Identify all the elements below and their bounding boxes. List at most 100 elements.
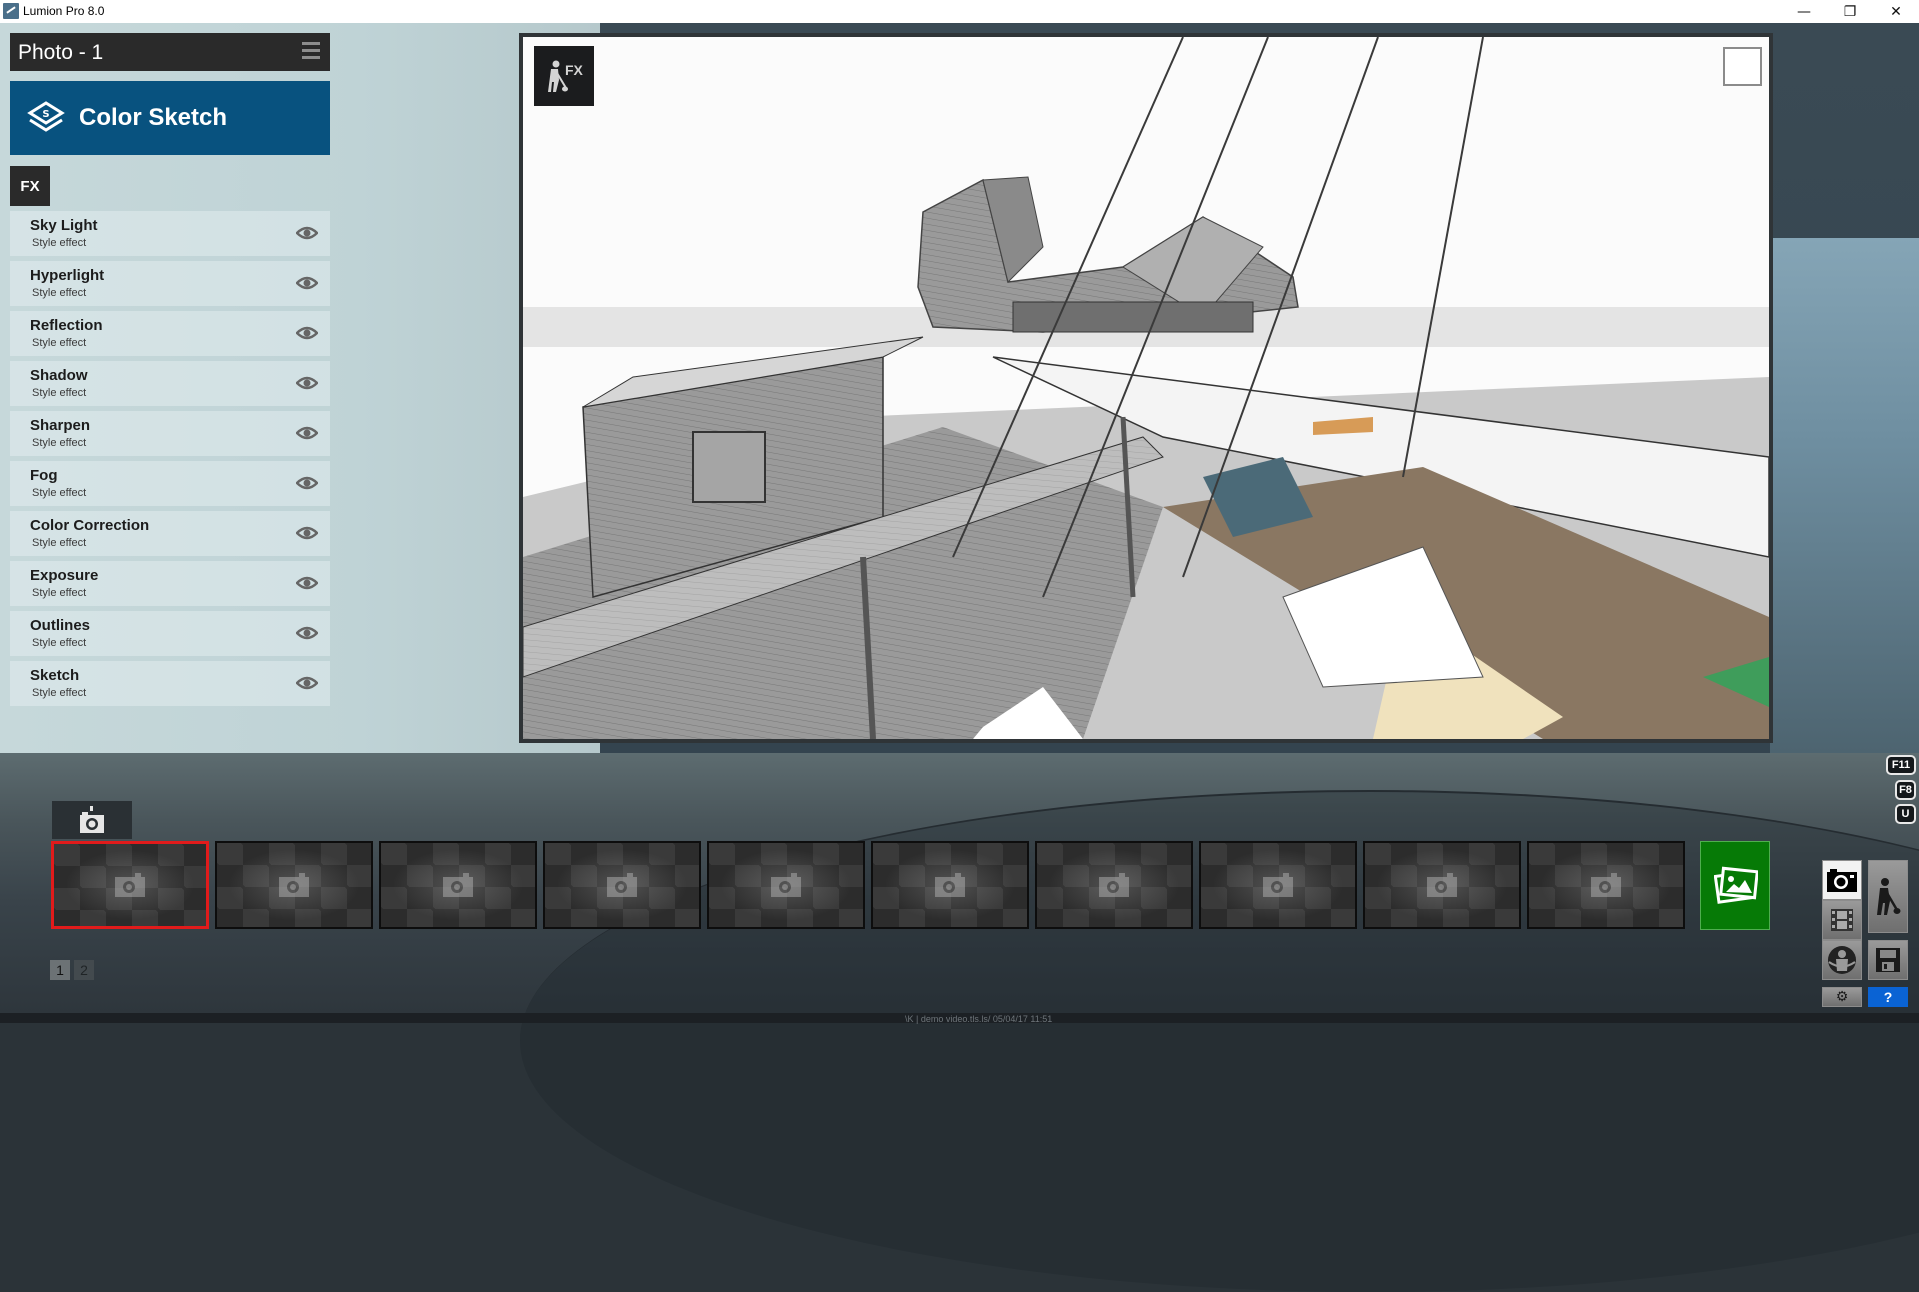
build-mode-button[interactable] bbox=[1868, 860, 1908, 933]
camera-flash-icon bbox=[80, 806, 104, 833]
eye-icon[interactable] bbox=[296, 474, 318, 492]
style-name: Color Sketch bbox=[79, 104, 228, 131]
take-photo-tab[interactable] bbox=[52, 801, 132, 839]
effect-type: Style effect bbox=[32, 437, 87, 449]
photo-slot-10[interactable] bbox=[1527, 841, 1685, 929]
settings-button[interactable]: ⚙ bbox=[1822, 987, 1862, 1007]
effect-item-sharpen[interactable]: Sharpen Style effect bbox=[10, 411, 330, 456]
effects-list: Sky Light Style effect Hyperlight Style … bbox=[10, 211, 330, 711]
effect-name: Exposure bbox=[30, 567, 99, 584]
eye-icon[interactable] bbox=[296, 624, 318, 642]
eye-icon[interactable] bbox=[296, 574, 318, 592]
effect-name: Sketch bbox=[30, 667, 80, 684]
fullscreen-toggle[interactable] bbox=[1723, 47, 1762, 86]
construction-worker-icon bbox=[1877, 877, 1901, 915]
photo-slot-6[interactable] bbox=[871, 841, 1029, 929]
hotkey-f11-button[interactable]: F11 bbox=[1886, 755, 1916, 775]
photo-slot-1[interactable] bbox=[51, 841, 209, 929]
style-preset-button[interactable]: S Color Sketch bbox=[10, 81, 330, 155]
panorama-mode-button[interactable] bbox=[1822, 940, 1862, 980]
effect-type: Style effect bbox=[32, 487, 87, 499]
minimize-button[interactable]: — bbox=[1781, 0, 1827, 23]
effect-name: Hyperlight bbox=[30, 267, 105, 284]
title-bar: Lumion Pro 8.0 — ❐ ✕ bbox=[0, 0, 1919, 23]
effect-type: Style effect bbox=[32, 387, 87, 399]
eye-icon[interactable] bbox=[296, 374, 318, 392]
hamburger-menu-icon[interactable] bbox=[302, 42, 320, 60]
camera-icon bbox=[115, 873, 145, 897]
effect-type: Style effect bbox=[32, 337, 87, 349]
lumion-app-icon bbox=[3, 3, 19, 19]
photo-slot-5[interactable] bbox=[707, 841, 865, 929]
effect-item-shadow[interactable]: Shadow Style effect bbox=[10, 361, 330, 406]
eye-icon[interactable] bbox=[296, 524, 318, 542]
page-1-button[interactable]: 1 bbox=[50, 960, 70, 980]
eye-icon[interactable] bbox=[296, 424, 318, 442]
effect-item-reflection[interactable]: Reflection Style effect bbox=[10, 311, 330, 356]
fx-badge-label: FX bbox=[565, 62, 583, 78]
effect-item-outlines[interactable]: Outlines Style effect bbox=[10, 611, 330, 656]
restore-icon: ❐ bbox=[1843, 3, 1857, 20]
effect-type: Style effect bbox=[32, 637, 87, 649]
camera-icon bbox=[1827, 869, 1857, 892]
eye-icon[interactable] bbox=[296, 324, 318, 342]
movie-mode-button[interactable] bbox=[1822, 900, 1862, 940]
effect-name: Color Correction bbox=[30, 517, 150, 534]
eye-icon[interactable] bbox=[296, 274, 318, 292]
effect-type: Style effect bbox=[32, 237, 87, 249]
effect-item-color-correction[interactable]: Color Correction Style effect bbox=[10, 511, 330, 556]
effect-name: Sky Light bbox=[30, 217, 98, 234]
sketch-render-image[interactable]: FX bbox=[523, 37, 1769, 739]
360-person-icon bbox=[1828, 946, 1856, 974]
photo-title: Photo - 1 bbox=[18, 41, 104, 64]
camera-icon bbox=[1427, 873, 1457, 897]
effect-type: Style effect bbox=[32, 537, 87, 549]
fx-edit-button[interactable]: FX bbox=[534, 46, 594, 106]
camera-icon bbox=[771, 873, 801, 897]
hotkey-u-button[interactable]: U bbox=[1895, 804, 1916, 824]
photo-slot-2[interactable] bbox=[215, 841, 373, 929]
close-button[interactable]: ✕ bbox=[1873, 0, 1919, 23]
photo-slot-8[interactable] bbox=[1199, 841, 1357, 929]
effect-type: Style effect bbox=[32, 587, 87, 599]
effect-item-exposure[interactable]: Exposure Style effect bbox=[10, 561, 330, 606]
camera-icon bbox=[935, 873, 965, 897]
fx-tab[interactable]: FX bbox=[10, 166, 50, 206]
photo-slot-3[interactable] bbox=[379, 841, 537, 929]
close-icon: ✕ bbox=[1890, 3, 1902, 20]
effect-type: Style effect bbox=[32, 687, 87, 699]
effect-item-sky-light[interactable]: Sky Light Style effect bbox=[10, 211, 330, 256]
gear-icon: ⚙ bbox=[1835, 989, 1849, 1005]
effect-type: Style effect bbox=[32, 287, 87, 299]
blue-wall-background bbox=[1770, 238, 1919, 753]
camera-icon bbox=[1263, 873, 1293, 897]
effect-item-fog[interactable]: Fog Style effect bbox=[10, 461, 330, 506]
effect-name: Fog bbox=[30, 467, 58, 484]
style-layers-icon: S bbox=[27, 101, 65, 132]
photo-slot-7[interactable] bbox=[1035, 841, 1193, 929]
film-strip-icon bbox=[1831, 909, 1853, 931]
minimize-icon: — bbox=[1797, 3, 1811, 20]
save-button[interactable] bbox=[1868, 940, 1908, 980]
effect-name: Shadow bbox=[30, 367, 88, 384]
render-viewport[interactable]: FX bbox=[519, 33, 1773, 743]
window-title: Lumion Pro 8.0 bbox=[23, 4, 105, 18]
camera-icon bbox=[1099, 873, 1129, 897]
eye-icon[interactable] bbox=[296, 674, 318, 692]
photo-slot-9[interactable] bbox=[1363, 841, 1521, 929]
camera-icon bbox=[279, 873, 309, 897]
effect-item-sketch[interactable]: Sketch Style effect bbox=[10, 661, 330, 706]
floppy-disk-icon bbox=[1876, 948, 1900, 972]
photo-mode-button[interactable] bbox=[1822, 860, 1862, 900]
hotkey-f8-button[interactable]: F8 bbox=[1895, 780, 1916, 800]
help-button[interactable]: ? bbox=[1868, 987, 1908, 1007]
effect-item-hyperlight[interactable]: Hyperlight Style effect bbox=[10, 261, 330, 306]
svg-text:S: S bbox=[42, 109, 49, 120]
photo-slot-4[interactable] bbox=[543, 841, 701, 929]
page-2-button[interactable]: 2 bbox=[74, 960, 94, 980]
photo-header: Photo - 1 bbox=[10, 33, 330, 71]
render-photo-set-button[interactable] bbox=[1700, 841, 1770, 930]
eye-icon[interactable] bbox=[296, 224, 318, 242]
restore-button[interactable]: ❐ bbox=[1827, 0, 1873, 23]
camera-icon bbox=[1591, 873, 1621, 897]
